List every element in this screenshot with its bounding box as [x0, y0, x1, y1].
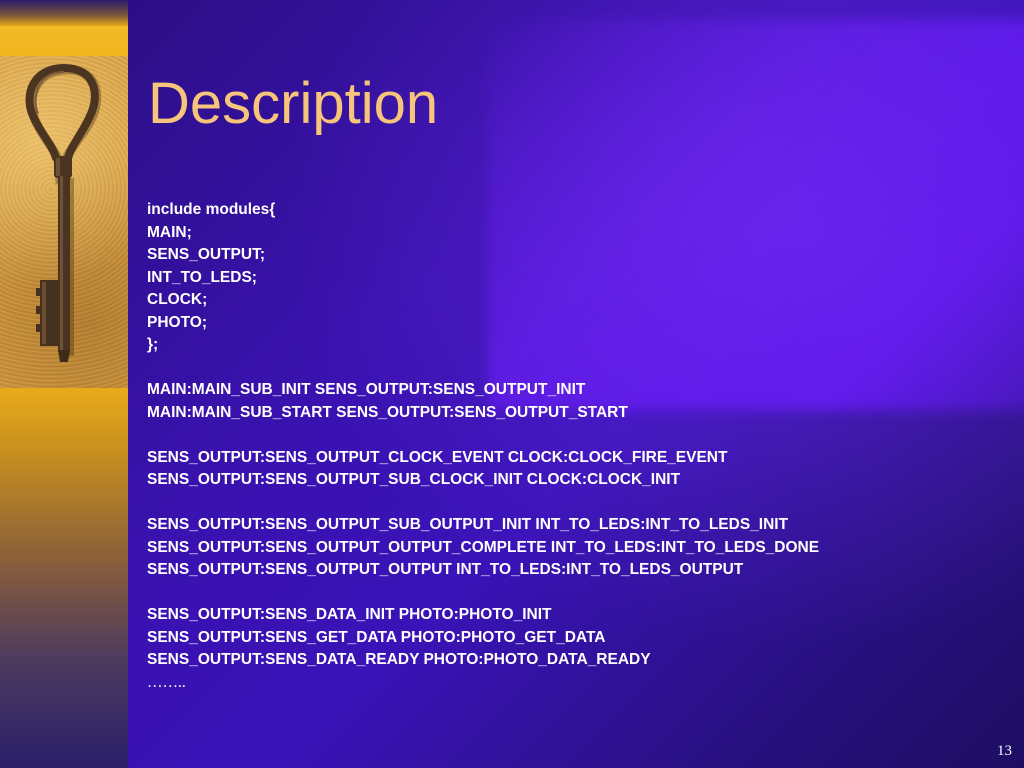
code-line: SENS_OUTPUT:SENS_OUTPUT_OUTPUT INT_TO_LE… [147, 561, 744, 578]
code-line: CLOCK; [147, 291, 208, 308]
code-line: SENS_OUTPUT:SENS_OUTPUT_SUB_CLOCK_INIT C… [147, 471, 681, 488]
code-line: INT_TO_LEDS; [147, 268, 257, 286]
code-line: SENS_OUTPUT:SENS_OUTPUT_SUB_OUTPUT_INIT … [147, 516, 789, 533]
code-line: include modules{ [147, 201, 276, 218]
code-line: SENS_OUTPUT:SENS_OUTPUT_CLOCK_EVENT CLOC… [147, 448, 728, 466]
code-line: }; [147, 336, 159, 353]
code-line: SENS_OUTPUT:SENS_OUTPUT_OUTPUT_COMPLETE … [147, 538, 820, 556]
code-line: SENS_OUTPUT:SENS_DATA_READY PHOTO:PHOTO_… [147, 651, 651, 668]
band-top-strip [0, 0, 128, 26]
code-line: SENS_OUTPUT; [147, 246, 265, 263]
code-line: MAIN; [147, 223, 192, 241]
code-line: MAIN:MAIN_SUB_START SENS_OUTPUT:SENS_OUT… [147, 403, 628, 421]
page-number: 13 [997, 743, 1012, 759]
key-photo [0, 56, 128, 388]
code-line: PHOTO; [147, 313, 207, 331]
slide-body: include modules{ MAIN; SENS_OUTPUT; INT_TO_… [147, 199, 1007, 717]
code-line: SENS_OUTPUT:SENS_GET_DATA PHOTO:PHOTO_GE… [147, 628, 606, 646]
key-icon [25, 64, 102, 362]
code-line: MAIN:MAIN_SUB_INIT SENS_OUTPUT:SENS_OUTP… [147, 381, 586, 398]
slide: Description include modules{ MAIN; SENS_OU… [0, 0, 1024, 768]
code-line: SENS_OUTPUT:SENS_DATA_INIT PHOTO:PHOTO_I… [147, 606, 552, 623]
slide-title: Description [148, 71, 439, 136]
code-line: …….. [147, 673, 186, 691]
